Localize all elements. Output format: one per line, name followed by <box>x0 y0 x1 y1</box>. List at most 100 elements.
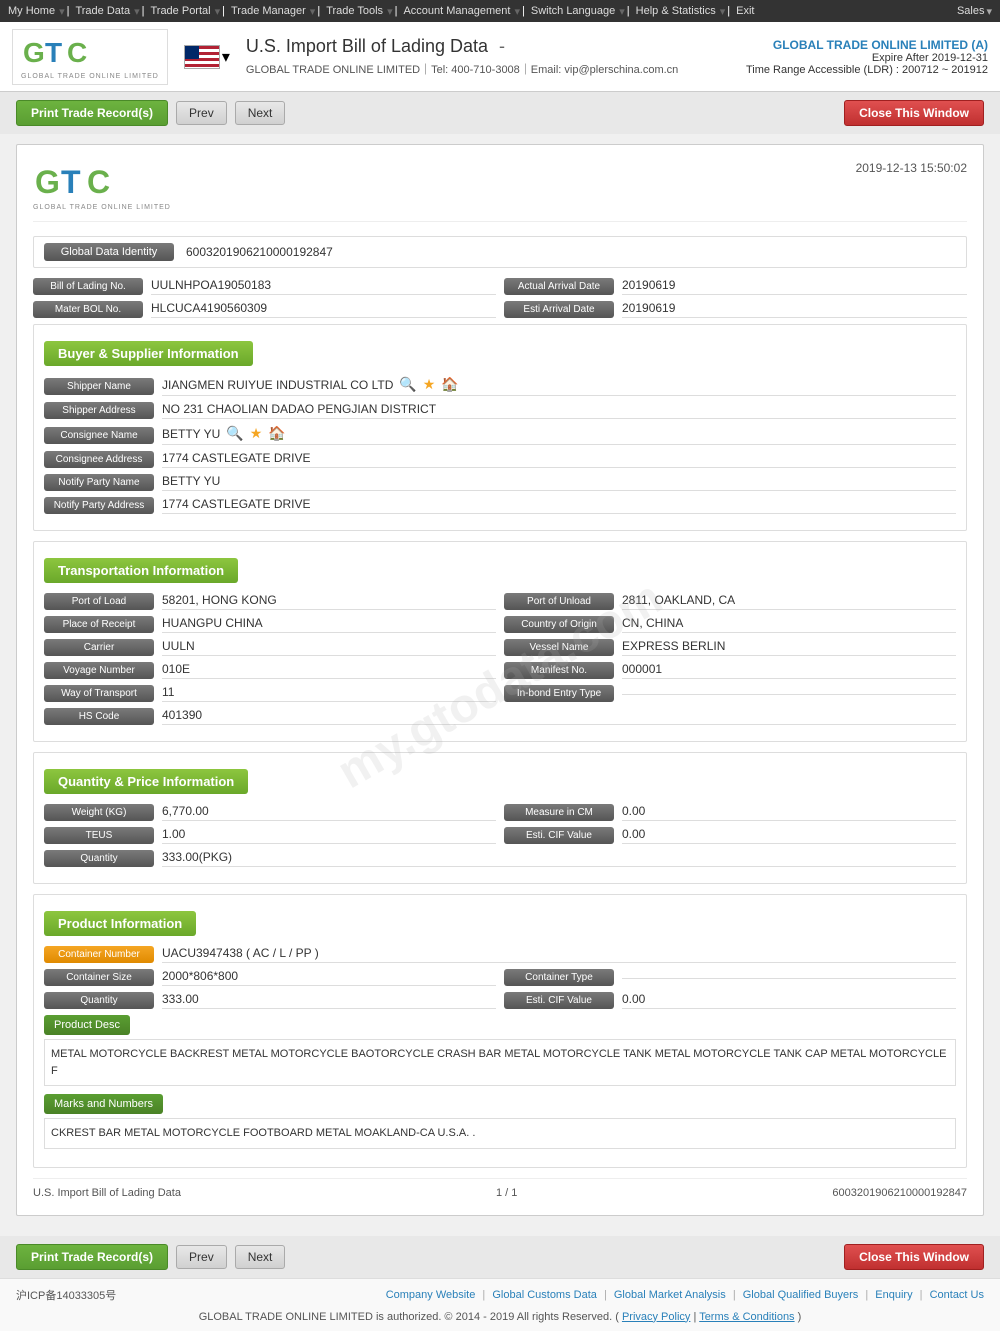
next-button-top[interactable]: Next <box>235 101 286 125</box>
next-button-bottom[interactable]: Next <box>235 1245 286 1269</box>
close-button-bottom[interactable]: Close This Window <box>844 1244 984 1270</box>
global-data-identity-value: 6003201906210000192847 <box>186 245 333 259</box>
notify-party-address-group: Notify Party Address 1774 CASTLEGATE DRI… <box>44 497 956 514</box>
container-number-group: Container Number UACU3947438 ( AC / L / … <box>44 946 956 963</box>
nav-trade-tools[interactable]: Trade Tools <box>326 5 383 17</box>
notify-party-name-group: Notify Party Name BETTY YU <box>44 474 956 491</box>
product-quantity-label: Quantity <box>44 992 154 1009</box>
separator-1: | <box>482 1289 488 1301</box>
port-of-unload-group: Port of Unload 2811, OAKLAND, CA <box>504 593 956 610</box>
consignee-address-group: Consignee Address 1774 CASTLEGATE DRIVE <box>44 451 956 468</box>
svg-text:G: G <box>35 164 60 200</box>
voyage-manifest-row: Voyage Number 010E Manifest No. 000001 <box>44 662 956 679</box>
logo-subtitle-text: GLOBAL TRADE ONLINE LIMITED <box>21 73 159 80</box>
consignee-home-icon[interactable]: 🏠 <box>268 425 285 442</box>
inbond-entry-type-value <box>622 692 956 695</box>
weight-value: 6,770.00 <box>162 804 496 821</box>
consignee-star-icon[interactable]: ★ <box>250 425 263 442</box>
svg-text:C: C <box>67 37 87 68</box>
prev-button-bottom[interactable]: Prev <box>176 1245 227 1269</box>
consignee-name-row: Consignee Name BETTY YU 🔍 ★ 🏠 <box>44 425 956 445</box>
marks-numbers-text: CKREST BAR METAL MOTORCYCLE FOOTBOARD ME… <box>44 1118 956 1149</box>
esti-arrival-label: Esti Arrival Date <box>504 301 614 318</box>
global-market-link[interactable]: Global Market Analysis <box>614 1289 726 1301</box>
flag-dropdown-icon[interactable]: ▾ <box>222 47 230 67</box>
privacy-policy-link[interactable]: Privacy Policy <box>622 1311 690 1323</box>
notify-party-address-row: Notify Party Address 1774 CASTLEGATE DRI… <box>44 497 956 514</box>
product-info-header: Product Information <box>44 911 196 936</box>
print-button-bottom[interactable]: Print Trade Record(s) <box>16 1244 168 1270</box>
consignee-address-value: 1774 CASTLEGATE DRIVE <box>162 451 956 468</box>
hs-code-label: HS Code <box>44 708 154 725</box>
close-button-top[interactable]: Close This Window <box>844 100 984 126</box>
vessel-name-label: Vessel Name <box>504 639 614 656</box>
doc-logo: G T C GLOBAL TRADE ONLINE LIMITED <box>33 161 171 211</box>
manifest-no-group: Manifest No. 000001 <box>504 662 956 679</box>
container-number-value: UACU3947438 ( AC / L / PP ) <box>162 946 956 963</box>
container-size-type-row: Container Size 2000*806*800 Container Ty… <box>44 969 956 986</box>
print-button-top[interactable]: Print Trade Record(s) <box>16 100 168 126</box>
notify-party-address-value: 1774 CASTLEGATE DRIVE <box>162 497 956 514</box>
contact-us-link[interactable]: Contact Us <box>930 1289 984 1301</box>
shipper-star-icon[interactable]: ★ <box>423 376 436 393</box>
product-qty-cif-row: Quantity 333.00 Esti. CIF Value 0.00 <box>44 992 956 1009</box>
global-data-identity-row: Global Data Identity 6003201906210000192… <box>33 236 967 268</box>
consignee-address-row: Consignee Address 1774 CASTLEGATE DRIVE <box>44 451 956 468</box>
nav-exit[interactable]: Exit <box>736 5 754 17</box>
shipper-address-row: Shipper Address NO 231 CHAOLIAN DADAO PE… <box>44 402 956 419</box>
consignee-search-icon[interactable]: 🔍 <box>226 425 243 442</box>
transportation-section: Transportation Information Port of Load … <box>33 541 967 742</box>
nav-account-management[interactable]: Account Management <box>403 5 510 17</box>
nav-help-statistics[interactable]: Help & Statistics <box>636 5 716 17</box>
port-of-load-value: 58201, HONG KONG <box>162 593 496 610</box>
country-of-origin-label: Country of Origin <box>504 616 614 633</box>
header-subtitle: GLOBAL TRADE ONLINE LIMITED｜Tel: 400-710… <box>246 61 746 77</box>
voyage-number-group: Voyage Number 010E <box>44 662 496 679</box>
separator-5: | <box>920 1289 926 1301</box>
flag-area: ▾ <box>184 45 230 69</box>
logo-area: G T C GLOBAL TRADE ONLINE LIMITED <box>12 29 168 85</box>
shipper-search-icon[interactable]: 🔍 <box>399 376 416 393</box>
carrier-vessel-row: Carrier UULN Vessel Name EXPRESS BERLIN <box>44 639 956 656</box>
prev-button-top[interactable]: Prev <box>176 101 227 125</box>
container-size-value: 2000*806*800 <box>162 969 496 986</box>
header-bar: G T C GLOBAL TRADE ONLINE LIMITED ▾ U.S.… <box>0 22 1000 92</box>
enquiry-link[interactable]: Enquiry <box>875 1289 912 1301</box>
paren-close: ) <box>798 1311 802 1323</box>
esti-cif-group: Esti. CIF Value 0.00 <box>504 827 956 844</box>
bol-row: Bill of Lading No. UULNHPOA19050183 Actu… <box>33 278 967 295</box>
place-of-receipt-group: Place of Receipt HUANGPU CHINA <box>44 616 496 633</box>
global-customs-link[interactable]: Global Customs Data <box>492 1289 597 1301</box>
product-esti-cif-group: Esti. CIF Value 0.00 <box>504 992 956 1009</box>
transport-inbond-row: Way of Transport 11 In-bond Entry Type <box>44 685 956 702</box>
master-bol-group: Mater BOL No. HLCUCA4190560309 <box>33 301 496 318</box>
global-buyers-link[interactable]: Global Qualified Buyers <box>743 1289 859 1301</box>
port-of-unload-value: 2811, OAKLAND, CA <box>622 593 956 610</box>
nav-my-home[interactable]: My Home <box>8 5 55 17</box>
quantity-label: Quantity <box>44 850 154 867</box>
container-size-label: Container Size <box>44 969 154 986</box>
product-quantity-value: 333.00 <box>162 992 496 1009</box>
voyage-number-label: Voyage Number <box>44 662 154 679</box>
shipper-home-icon[interactable]: 🏠 <box>441 376 458 393</box>
quantity-price-section: Quantity & Price Information Weight (KG)… <box>33 752 967 884</box>
terms-conditions-link[interactable]: Terms & Conditions <box>699 1311 794 1323</box>
record-id-footer: 6003201906210000192847 <box>832 1187 967 1199</box>
company-website-link[interactable]: Company Website <box>386 1289 476 1301</box>
place-of-receipt-value: HUANGPU CHINA <box>162 616 496 633</box>
notify-party-address-label: Notify Party Address <box>44 497 154 514</box>
way-of-transport-group: Way of Transport 11 <box>44 685 496 702</box>
hs-code-group: HS Code 401390 <box>44 708 956 725</box>
separator-2: | <box>604 1289 610 1301</box>
carrier-value: UULN <box>162 639 496 656</box>
nav-switch-language[interactable]: Switch Language <box>531 5 615 17</box>
nav-trade-portal[interactable]: Trade Portal <box>150 5 210 17</box>
inbond-entry-type-group: In-bond Entry Type <box>504 685 956 702</box>
nav-trade-manager[interactable]: Trade Manager <box>231 5 306 17</box>
svg-text:C: C <box>87 164 110 200</box>
teus-label: TEUS <box>44 827 154 844</box>
inbond-entry-type-label: In-bond Entry Type <box>504 685 614 702</box>
voyage-number-value: 010E <box>162 662 496 679</box>
nav-trade-data[interactable]: Trade Data <box>75 5 130 17</box>
quantity-group: Quantity 333.00(PKG) <box>44 850 956 867</box>
